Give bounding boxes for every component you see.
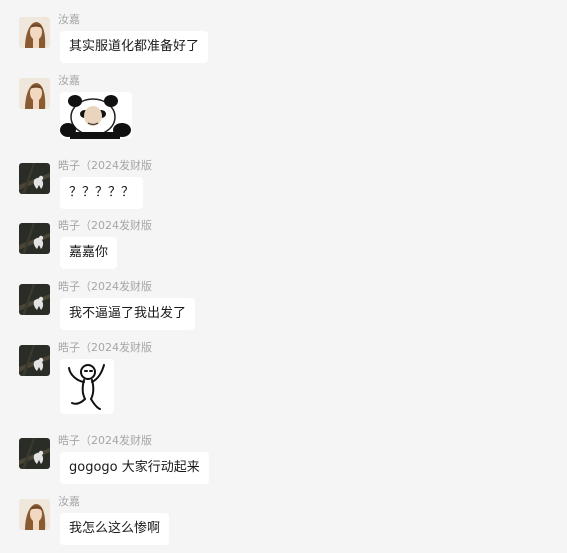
message-bubble[interactable]: 我怎么这么惨啊 — [60, 513, 170, 545]
sender-name: 晧子（2024发财版 — [58, 341, 152, 354]
sender-name: 汝嘉 — [58, 495, 80, 508]
sender-name: 晧子（2024发财版 — [58, 434, 152, 447]
avatar-haozi[interactable] — [19, 163, 50, 194]
sender-name: 晧子（2024发财版 — [58, 219, 152, 232]
message-bubble[interactable]: 其实服道化都准备好了 — [60, 31, 209, 63]
avatar-rujia[interactable] — [19, 78, 50, 109]
message-bubble[interactable]: 我不逼逼了我出发了 — [60, 298, 196, 330]
sender-name: 汝嘉 — [58, 13, 80, 26]
sender-name: 晧子（2024发财版 — [58, 159, 152, 172]
message-bubble[interactable]: gogogo 大家行动起来 — [60, 452, 209, 484]
chat-message-list[interactable]: 汝嘉 其实服道化都准备好了 汝嘉 晧子（2024发财版 ？？？？？ 晧子（202… — [0, 0, 567, 553]
avatar-haozi[interactable] — [19, 223, 50, 254]
avatar-haozi[interactable] — [19, 284, 50, 315]
sender-name: 汝嘉 — [58, 74, 80, 87]
avatar-rujia[interactable] — [19, 17, 50, 48]
avatar-haozi[interactable] — [19, 438, 50, 469]
avatar-rujia[interactable] — [19, 499, 50, 530]
avatar-haozi[interactable] — [19, 345, 50, 376]
sender-name: 晧子（2024发财版 — [58, 280, 152, 293]
dancing-figure-sticker[interactable] — [60, 359, 114, 414]
message-bubble[interactable]: ？？？？？ — [60, 177, 144, 209]
message-bubble[interactable]: 嘉嘉你 — [60, 237, 118, 269]
panda-meme-sticker[interactable] — [60, 92, 132, 139]
